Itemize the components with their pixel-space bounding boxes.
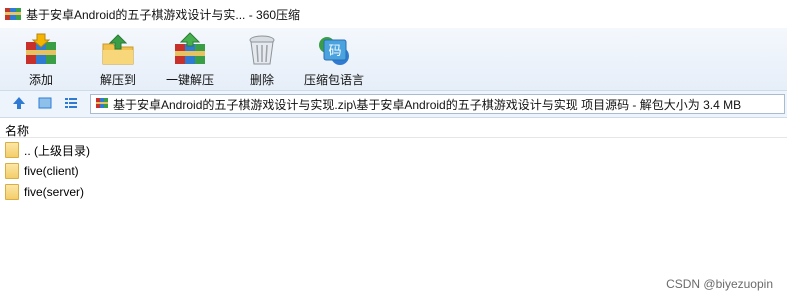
- add-button[interactable]: 添加: [0, 28, 82, 90]
- navigation-bar: 基于安卓Android的五子棋游戏设计与实现.zip\基于安卓Android的五…: [0, 90, 787, 118]
- archive-language-button[interactable]: 码 压缩包语言: [298, 28, 370, 90]
- list-item-label: five(server): [24, 185, 85, 199]
- extract-to-button[interactable]: 解压到: [82, 28, 154, 90]
- toolbar: 添加 解压到 一键解压 删除 码 压缩包语言: [0, 28, 787, 90]
- add-archive-icon: [23, 32, 59, 68]
- add-label: 添加: [28, 73, 53, 87]
- language-glyph: 码: [328, 44, 341, 59]
- watermark: CSDN @biyezuopin: [666, 277, 773, 291]
- folder-icon: [5, 184, 19, 200]
- window-title: 基于安卓Android的五子棋游戏设计与实... - 360压缩: [26, 7, 301, 22]
- list-view-icon: [63, 95, 79, 114]
- up-arrow-icon: [11, 95, 27, 114]
- one-click-extract-button[interactable]: 一键解压: [154, 28, 226, 90]
- column-header-name[interactable]: 名称: [5, 122, 29, 139]
- up-button[interactable]: [9, 94, 29, 114]
- app-archive-icon: [5, 6, 21, 22]
- address-bar[interactable]: 基于安卓Android的五子棋游戏设计与实现.zip\基于安卓Android的五…: [90, 94, 785, 114]
- large-icon-view-button[interactable]: [35, 94, 55, 114]
- delete-button[interactable]: 删除: [226, 28, 298, 90]
- list-view-button[interactable]: [61, 94, 81, 114]
- address-path: 基于安卓Android的五子棋游戏设计与实现.zip\基于安卓Android的五…: [113, 97, 742, 112]
- list-item[interactable]: .. (上级目录): [5, 140, 90, 160]
- extract-to-label: 解压到: [99, 73, 136, 87]
- folder-icon: [5, 163, 19, 179]
- delete-label: 删除: [249, 73, 274, 87]
- archive-icon: [95, 96, 109, 113]
- one-click-extract-icon: [172, 32, 208, 68]
- list-item-label: five(client): [24, 164, 79, 178]
- large-icon-view-icon: [37, 95, 53, 114]
- archive-language-icon: 码: [316, 32, 352, 68]
- title-bar: 基于安卓Android的五子棋游戏设计与实... - 360压缩: [0, 0, 787, 28]
- extract-to-icon: [100, 32, 136, 68]
- list-item[interactable]: five(client): [5, 161, 79, 181]
- list-item[interactable]: five(server): [5, 182, 84, 202]
- list-item-label: .. (上级目录): [24, 143, 90, 158]
- list-header: 名称: [0, 119, 787, 138]
- folder-icon: [5, 142, 19, 158]
- archive-language-label: 压缩包语言: [303, 73, 364, 87]
- one-click-extract-label: 一键解压: [165, 73, 214, 87]
- delete-icon: [244, 32, 280, 68]
